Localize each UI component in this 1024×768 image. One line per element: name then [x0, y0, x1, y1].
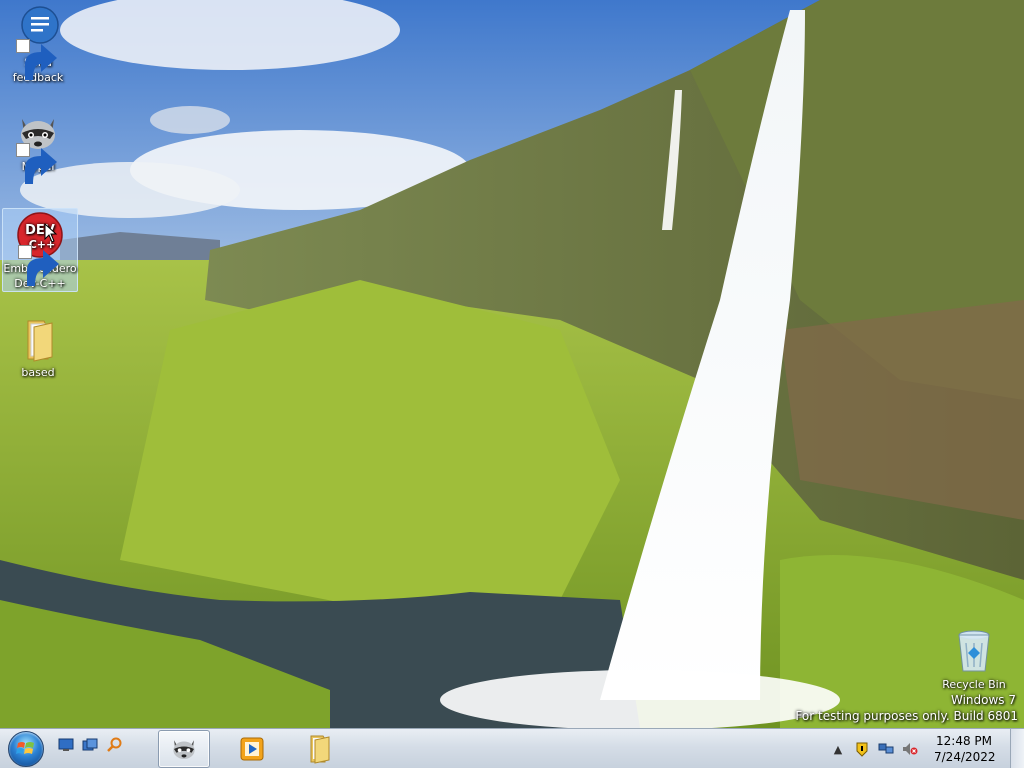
clock-date: 7/24/2022: [934, 750, 996, 764]
desktop-icon-recycle-bin[interactable]: Recycle Bin: [936, 624, 1012, 693]
explorer-folder-icon: [310, 735, 330, 764]
clock-time: 12:48 PM: [936, 734, 992, 748]
shortcut-arrow-icon: [16, 143, 57, 184]
quick-launch-toolbar: [56, 735, 124, 755]
search-icon[interactable]: [104, 735, 124, 755]
switch-windows-icon[interactable]: [80, 735, 100, 755]
mouse-cursor-icon: [44, 223, 58, 243]
show-desktop-button[interactable]: [1010, 729, 1024, 768]
desktop-icon-devcpp[interactable]: DEV C++ Embarcadero Dev-C++: [2, 208, 78, 292]
taskbar-mypal-button[interactable]: [158, 730, 210, 768]
raccoon-icon: [14, 109, 62, 184]
watermark-build: For testing purposes only. Build 6801: [795, 709, 1018, 723]
desktop-icon-label: based: [21, 366, 55, 379]
folder-icon: [14, 315, 62, 363]
feedback-speech-icon: [14, 5, 62, 80]
taskbar-clock[interactable]: 12:48 PM 7/24/2022: [934, 733, 996, 765]
desktop-icon-label: Recycle Bin: [942, 678, 1006, 691]
shortcut-arrow-icon: [16, 39, 57, 80]
mypal-raccoon-icon: [173, 740, 195, 759]
network-icon[interactable]: [878, 741, 894, 757]
taskbar: ▲ 12:48 PM 7/24/2022: [0, 728, 1024, 768]
watermark-os: Windows 7: [950, 693, 1016, 707]
show-desktop-icon[interactable]: [56, 735, 76, 755]
taskbar-explorer-button[interactable]: [294, 730, 346, 768]
desktop-wallpaper: [0, 0, 1024, 728]
desktop-icon-based-folder[interactable]: based: [0, 312, 76, 381]
desktop-icon-mypal[interactable]: Mypal: [0, 106, 76, 184]
desktop-icon-send-feedback[interactable]: Send feedback: [0, 2, 76, 86]
media-player-icon: [240, 737, 264, 761]
action-center-icon[interactable]: [854, 741, 870, 757]
volume-muted-icon[interactable]: [902, 741, 918, 757]
taskbar-media-player-button[interactable]: [226, 730, 278, 768]
start-button[interactable]: [4, 730, 48, 768]
show-hidden-icons[interactable]: ▲: [830, 741, 846, 757]
build-watermark: Windows 7 For testing purposes only. Bui…: [795, 692, 1018, 724]
devcpp-icon: DEV C++: [16, 211, 64, 286]
notification-area: ▲ 12:48 PM 7/24/2022: [830, 729, 996, 768]
start-orb-icon: [8, 731, 44, 767]
shortcut-arrow-icon: [18, 245, 59, 286]
recycle-bin-icon: [950, 627, 998, 675]
